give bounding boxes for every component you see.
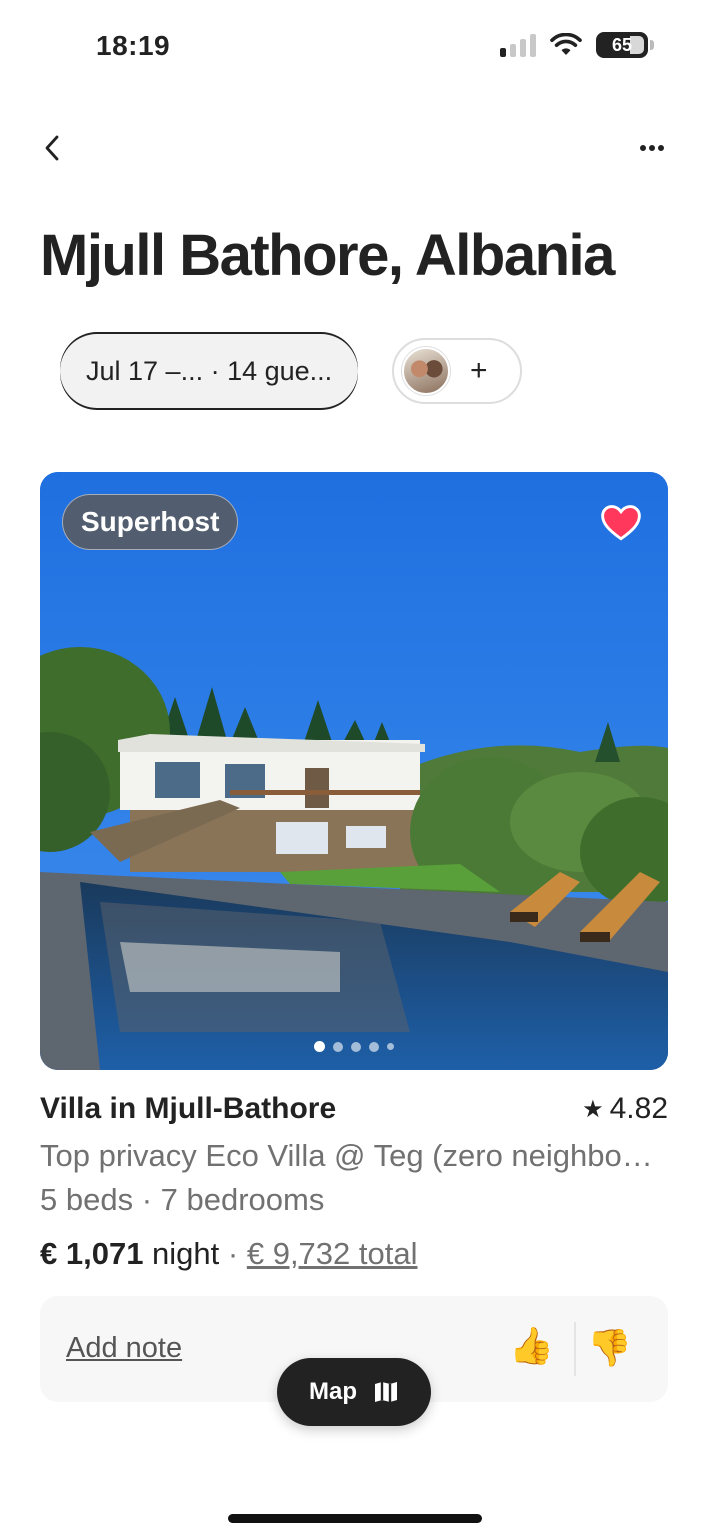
dates-guests-label: Jul 17 –... · 14 gue... xyxy=(86,355,333,386)
listing-price: € 1,071 night · € 9,732 total xyxy=(40,1236,417,1272)
price-per-night: € 1,071 xyxy=(40,1236,144,1271)
chevron-left-icon xyxy=(45,135,59,161)
plus-icon: + xyxy=(470,354,488,387)
page-title: Mjull Bathore, Albania xyxy=(40,223,615,288)
listing-rating: ★ 4.82 xyxy=(582,1092,668,1126)
listing-photo xyxy=(40,472,668,1070)
map-button-label: Map xyxy=(309,1378,357,1405)
map-icon xyxy=(375,1382,397,1402)
battery-level: 65 xyxy=(611,34,633,55)
status-bar: 18:19 65 xyxy=(0,0,708,96)
price-separator: · xyxy=(219,1236,247,1271)
price-unit: night xyxy=(143,1236,220,1271)
share-invite-button[interactable]: + xyxy=(392,338,522,404)
ellipsis-icon xyxy=(640,145,664,151)
cellular-signal-icon xyxy=(500,33,536,57)
price-total-link[interactable]: € 9,732 total xyxy=(247,1236,418,1271)
carousel-dot xyxy=(387,1043,394,1050)
divider xyxy=(574,1322,576,1376)
thumbs-down-icon[interactable]: 👎 xyxy=(587,1330,632,1366)
carousel-dot xyxy=(314,1041,325,1052)
add-note-link[interactable]: Add note xyxy=(66,1332,182,1365)
listing-title: Villa in Mjull-Bathore xyxy=(40,1092,337,1125)
battery-icon: 65 xyxy=(596,32,654,58)
map-button[interactable]: Map xyxy=(277,1358,431,1426)
carousel-dot xyxy=(369,1041,379,1052)
home-indicator xyxy=(228,1514,482,1523)
avatar xyxy=(402,347,450,395)
thumbs-up-icon[interactable]: 👍 xyxy=(509,1328,554,1364)
carousel-dot xyxy=(351,1041,361,1052)
carousel-dot xyxy=(333,1041,343,1052)
listing-rooms: 5 beds · 7 bedrooms xyxy=(40,1182,325,1217)
back-button[interactable] xyxy=(32,128,72,168)
carousel-dots xyxy=(40,1041,668,1052)
star-icon: ★ xyxy=(582,1095,604,1123)
listing-photo-carousel[interactable]: Superhost xyxy=(40,472,668,1070)
wishlist-button[interactable] xyxy=(600,502,642,544)
rating-value: 4.82 xyxy=(609,1092,668,1125)
wifi-icon xyxy=(550,33,582,55)
dates-guests-filter[interactable]: Jul 17 –... · 14 gue... xyxy=(60,334,358,408)
listing-subtitle: Top privacy Eco Villa @ Teg (zero neighb… xyxy=(40,1138,668,1173)
more-options-button[interactable] xyxy=(632,128,672,168)
status-time: 18:19 xyxy=(96,30,171,61)
heart-icon xyxy=(601,505,641,541)
status-icons: 65 xyxy=(500,32,654,58)
superhost-badge: Superhost xyxy=(62,494,239,550)
